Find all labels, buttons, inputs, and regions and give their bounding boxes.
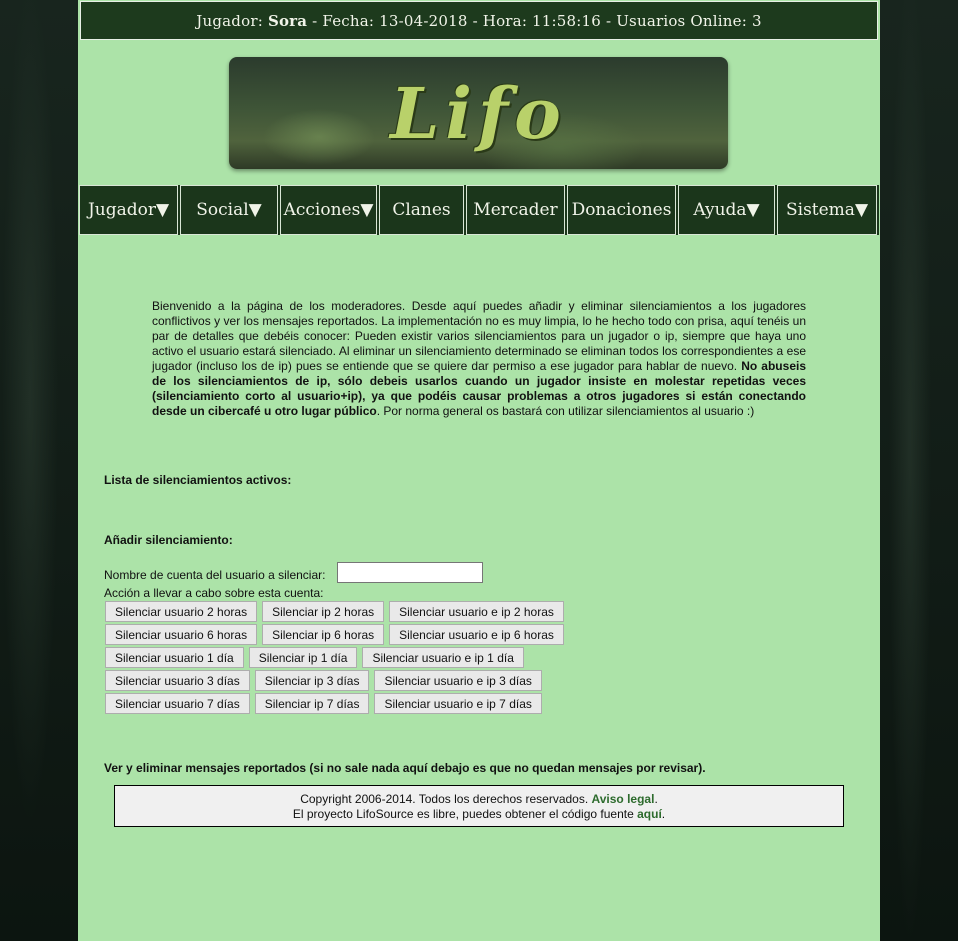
online-label: - Usuarios Online:	[605, 11, 747, 30]
button-row-2h: Silenciar usuario 2 horas Silenciar ip 2…	[105, 601, 564, 622]
source-link[interactable]: aquí	[637, 807, 662, 821]
mute-user-6h-button[interactable]: Silenciar usuario 6 horas	[105, 624, 258, 645]
date-label: - Fecha:	[312, 11, 375, 30]
nav-donaciones[interactable]: Donaciones	[567, 185, 676, 235]
account-label: Nombre de cuenta del usuario a silenciar…	[104, 568, 326, 582]
mute-ip-6h-button[interactable]: Silenciar ip 6 horas	[262, 624, 385, 645]
nav-mercader[interactable]: Mercader	[466, 185, 565, 235]
button-row-7d: Silenciar usuario 7 días Silenciar ip 7 …	[105, 693, 542, 714]
mute-ip-1d-button[interactable]: Silenciar ip 1 día	[248, 647, 358, 668]
intro-part-1: Bienvenido a la página de los moderadore…	[152, 299, 806, 373]
active-list-title: Lista de silenciamientos activos:	[104, 473, 292, 487]
source-end: .	[661, 807, 666, 821]
date-value: 13-04-2018	[379, 11, 468, 30]
mute-user-7d-button[interactable]: Silenciar usuario 7 días	[105, 693, 250, 714]
nav-sistema[interactable]: Sistema▼	[777, 185, 877, 235]
main-nav: Jugador▼ Social▼ Acciones▼ Clanes Mercad…	[79, 185, 879, 235]
legal-end: .	[654, 792, 658, 806]
button-row-6h: Silenciar usuario 6 horas Silenciar ip 6…	[105, 624, 564, 645]
footer: Copyright 2006-2014. Todos los derechos …	[114, 785, 844, 827]
mute-ip-2h-button[interactable]: Silenciar ip 2 horas	[262, 601, 385, 622]
add-title: Añadir silenciamiento:	[104, 533, 233, 547]
time-value: 11:58:16	[532, 11, 602, 30]
site-logo: Lifo	[390, 71, 567, 155]
nav-ayuda[interactable]: Ayuda▼	[678, 185, 775, 235]
account-input[interactable]	[337, 562, 483, 583]
site-banner[interactable]: Lifo	[229, 57, 728, 169]
reports-title: Ver y eliminar mensajes reportados (si n…	[104, 761, 706, 775]
nav-clanes[interactable]: Clanes	[379, 185, 464, 235]
mute-user-ip-6h-button[interactable]: Silenciar usuario e ip 6 horas	[389, 624, 564, 645]
online-count: 3	[751, 11, 762, 30]
mute-ip-3d-button[interactable]: Silenciar ip 3 días	[254, 670, 370, 691]
time-label: - Hora:	[472, 11, 528, 30]
legal-link[interactable]: Aviso legal	[592, 792, 655, 806]
player-label: Jugador:	[196, 11, 263, 30]
mute-user-2h-button[interactable]: Silenciar usuario 2 horas	[105, 601, 258, 622]
intro-text: Bienvenido a la página de los moderadore…	[152, 299, 806, 419]
copyright-line: Copyright 2006-2014. Todos los derechos …	[115, 792, 843, 807]
source-text: El proyecto LifoSource es libre, puedes …	[292, 807, 638, 821]
player-name: Sora	[267, 11, 308, 30]
mute-user-ip-7d-button[interactable]: Silenciar usuario e ip 7 días	[374, 693, 542, 714]
button-row-3d: Silenciar usuario 3 días Silenciar ip 3 …	[105, 670, 542, 691]
main-page: Jugador: Sora - Fecha: 13-04-2018 - Hora…	[78, 0, 880, 941]
mute-user-3d-button[interactable]: Silenciar usuario 3 días	[105, 670, 250, 691]
action-label: Acción a llevar a cabo sobre esta cuenta…	[104, 586, 324, 600]
mute-user-ip-2h-button[interactable]: Silenciar usuario e ip 2 horas	[389, 601, 564, 622]
nav-social[interactable]: Social▼	[180, 185, 278, 235]
copyright-text: Copyright 2006-2014. Todos los derechos …	[300, 792, 592, 806]
mute-user-ip-1d-button[interactable]: Silenciar usuario e ip 1 día	[362, 647, 524, 668]
mute-ip-7d-button[interactable]: Silenciar ip 7 días	[254, 693, 370, 714]
mute-user-ip-3d-button[interactable]: Silenciar usuario e ip 3 días	[374, 670, 542, 691]
intro-part-2: . Por norma general os bastará con utili…	[376, 404, 755, 418]
status-bar: Jugador: Sora - Fecha: 13-04-2018 - Hora…	[80, 1, 878, 40]
nav-jugador[interactable]: Jugador▼	[79, 185, 178, 235]
mute-user-1d-button[interactable]: Silenciar usuario 1 día	[105, 647, 244, 668]
button-row-1d: Silenciar usuario 1 día Silenciar ip 1 d…	[105, 647, 524, 668]
nav-acciones[interactable]: Acciones▼	[280, 185, 377, 235]
source-line: El proyecto LifoSource es libre, puedes …	[115, 807, 843, 822]
